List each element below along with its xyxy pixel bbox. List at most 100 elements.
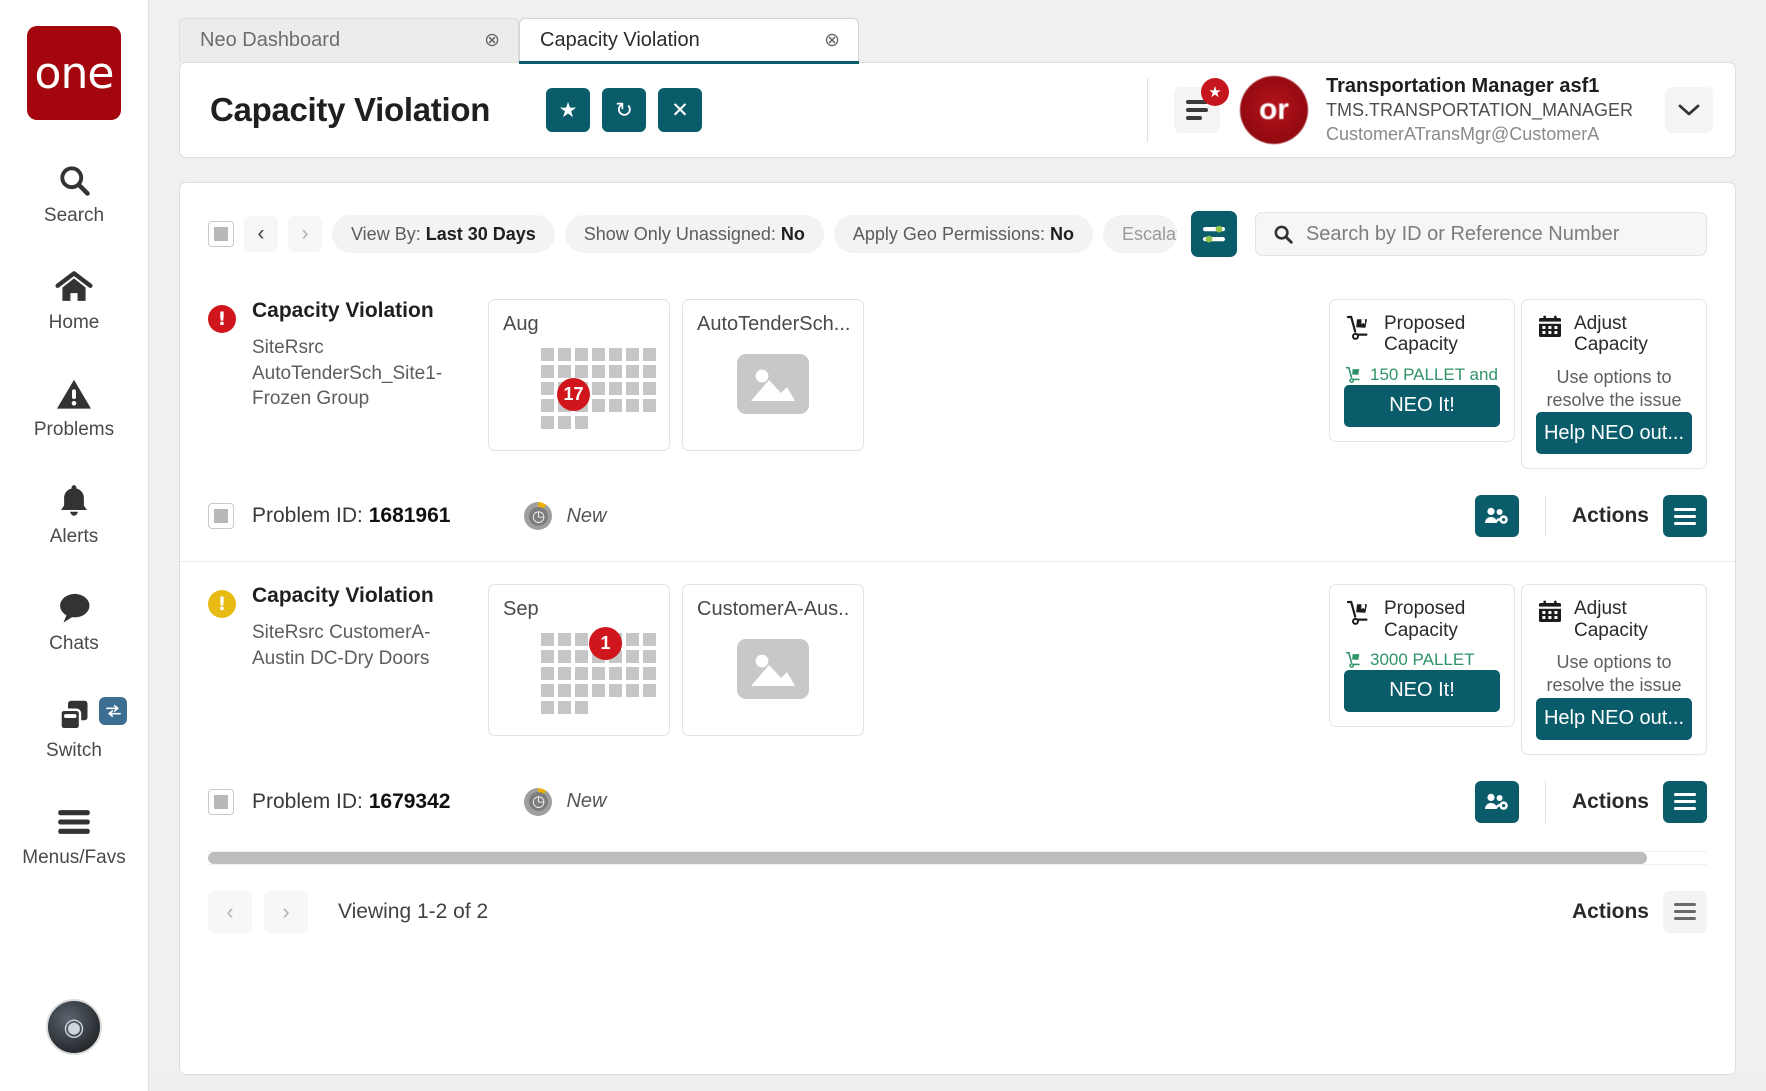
header-divider — [1146, 78, 1148, 142]
row-footer: Problem ID: 1679342 ◷ New Actions — [208, 755, 1707, 847]
chat-bubble-icon — [55, 588, 93, 628]
actions-label: Actions — [1571, 504, 1649, 528]
problem-title: Capacity Violation — [252, 299, 434, 322]
avatar[interactable]: or — [1239, 76, 1308, 144]
select-all-checkbox[interactable] — [208, 221, 234, 247]
sidebar-item-label: Problems — [33, 419, 115, 440]
neo-it-button[interactable]: NEO It! — [1344, 384, 1500, 427]
footer-prev-button[interactable]: ‹ — [208, 890, 252, 933]
sidebar-item-alerts[interactable]: Alerts — [0, 481, 148, 548]
context-menu-button[interactable]: ★ — [1173, 78, 1229, 133]
filter-apply-geo-permissions[interactable]: Apply Geo Permissions: No — [833, 215, 1093, 253]
sidebar-item-home[interactable]: Home — [0, 267, 148, 334]
app-root: one Search Home Problems Alerts Chats Sw… — [0, 0, 1766, 1091]
filter-escalated[interactable]: Escalat — [1102, 215, 1177, 253]
page-header: Capacity Violation ★ ↻ ✕ ★ or Transporta… — [179, 62, 1736, 158]
row-actions-menu-button[interactable] — [1663, 780, 1707, 823]
row-action-buttons: Actions — [1474, 495, 1707, 538]
calendar-icon — [1536, 313, 1564, 341]
status-badge: ! — [208, 305, 236, 333]
problem-description: Capacity Violation SiteRsrc AutoTenderSc… — [252, 299, 470, 412]
tab-bar: Neo Dashboard ⊗ Capacity Violation ⊗ — [149, 0, 1766, 64]
adjust-capacity-card: Adjust Capacity Use options to resolve t… — [1521, 584, 1707, 755]
assign-users-icon[interactable] — [1474, 495, 1519, 538]
main-area: Neo Dashboard ⊗ Capacity Violation ⊗ Cap… — [149, 0, 1766, 1091]
card-header: Adjust Capacity — [1536, 313, 1692, 356]
sidebar-item-search[interactable]: Search — [0, 160, 148, 227]
prev-page-button[interactable]: ‹ — [244, 216, 278, 252]
neo-it-button[interactable]: NEO It! — [1344, 669, 1500, 712]
problem-id: Problem ID: 1679342 — [252, 790, 450, 814]
filter-value: No — [1049, 223, 1074, 244]
calendar-month: Aug — [503, 313, 539, 335]
clock-icon: ◷ — [524, 502, 553, 531]
assign-users-icon[interactable] — [1474, 780, 1519, 823]
problem-id-value: 1679342 — [368, 789, 451, 813]
filter-toolbar: ‹ › View By: Last 30 Days Show Only Unas… — [180, 183, 1735, 277]
favorite-button[interactable]: ★ — [546, 88, 591, 132]
close-button[interactable]: ✕ — [658, 88, 703, 132]
card-title: Adjust Capacity — [1574, 598, 1648, 641]
hand-truck-icon — [1344, 313, 1374, 343]
footer-next-button[interactable]: › — [264, 890, 308, 933]
close-icon[interactable]: ⊗ — [824, 31, 840, 50]
image-card[interactable]: CustomerA-Aus... — [682, 584, 864, 737]
sidebar-item-label: Switch — [46, 740, 102, 761]
refresh-button[interactable]: ↻ — [602, 88, 647, 132]
row-action-divider — [1544, 495, 1546, 538]
viewing-count: Viewing 1-2 of 2 — [338, 899, 489, 923]
help-neo-out-button[interactable]: Help NEO out... — [1536, 412, 1692, 455]
card-title: Adjust Capacity — [1574, 313, 1648, 356]
row-thumbnails: Aug 17 AutoTenderSch... — [488, 299, 864, 451]
clock-icon: ◷ — [524, 787, 553, 816]
chevron-right-icon: › — [282, 898, 290, 924]
card-subtitle: Use options to resolve the issue — [1546, 366, 1682, 410]
filter-view-by[interactable]: View By: Last 30 Days — [332, 215, 555, 253]
problem-subtitle: SiteRsrc AutoTenderSch_Site1-Frozen Grou… — [252, 337, 443, 410]
sliders-icon[interactable] — [1190, 211, 1237, 257]
footer-actions-menu-button[interactable] — [1663, 890, 1707, 933]
calendar-card[interactable]: Aug 17 — [488, 299, 670, 451]
star-badge-icon: ★ — [1200, 78, 1229, 106]
row-checkbox[interactable] — [208, 503, 234, 530]
row-checkbox[interactable] — [208, 788, 234, 815]
problem-subtitle: SiteRsrc CustomerA-Austin DC-Dry Doors — [252, 622, 431, 669]
tab-neo-dashboard[interactable]: Neo Dashboard ⊗ — [179, 18, 519, 62]
user-menu-chevron-down-icon[interactable] — [1665, 87, 1713, 133]
calendar-card[interactable]: Sep 1 — [488, 584, 670, 737]
hand-truck-icon-small — [1344, 650, 1364, 670]
actions-label: Actions — [1571, 789, 1649, 813]
sidebar-item-label: Chats — [49, 633, 99, 654]
one-logo[interactable]: one — [27, 26, 121, 120]
user-avatar-bottom[interactable]: ◉ — [46, 999, 102, 1055]
search-box[interactable] — [1254, 212, 1707, 256]
scrollbar-thumb[interactable] — [208, 851, 1648, 864]
bottom-strip — [149, 1075, 1766, 1091]
problem-title: Capacity Violation — [252, 584, 434, 608]
page-title: Capacity Violation — [210, 91, 491, 128]
sidebar-item-switch[interactable]: Switch — [0, 695, 148, 762]
swap-arrows-icon[interactable] — [99, 697, 127, 725]
sidebar-item-chats[interactable]: Chats — [0, 588, 148, 655]
tab-capacity-violation[interactable]: Capacity Violation ⊗ — [519, 18, 859, 64]
calendar-icon: 17 — [541, 348, 656, 429]
status-text: New — [566, 504, 607, 527]
row-actions-menu-button[interactable] — [1663, 495, 1707, 538]
close-icon[interactable]: ⊗ — [484, 31, 500, 50]
close-icon: ✕ — [671, 98, 689, 122]
sidebar-item-problems[interactable]: Problems — [0, 374, 148, 441]
thumbnail-title: CustomerA-Aus... — [697, 598, 849, 621]
avatar-text: or — [1258, 93, 1289, 126]
filter-label: Escalat — [1121, 223, 1177, 244]
next-page-button[interactable]: › — [288, 216, 322, 252]
sidebar-item-menus-favs[interactable]: Menus/Favs — [0, 802, 148, 869]
problem-id-value: 1681961 — [368, 504, 451, 528]
card-subtitle: 150 PALLET and more.. — [1370, 364, 1500, 384]
image-card[interactable]: AutoTenderSch... — [682, 299, 864, 451]
horizontal-scrollbar[interactable] — [208, 850, 1707, 865]
filter-show-only-unassigned[interactable]: Show Only Unassigned: No — [564, 215, 824, 253]
star-icon: ★ — [558, 98, 578, 122]
help-neo-out-button[interactable]: Help NEO out... — [1536, 697, 1692, 740]
filter-label: Show Only Unassigned: — [583, 223, 776, 244]
search-input[interactable] — [1305, 222, 1690, 246]
